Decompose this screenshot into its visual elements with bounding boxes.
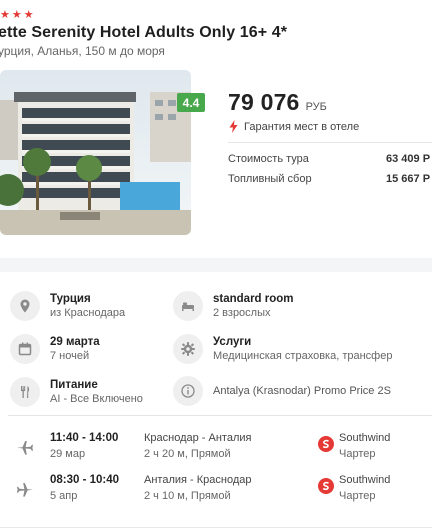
flight-time: 11:40 - 14:00	[50, 432, 119, 444]
plane-return-icon	[17, 483, 33, 497]
services-title: Услуги	[213, 336, 252, 348]
info-meals: Питание AI - Все Включено	[10, 377, 143, 407]
location-pin-icon	[10, 291, 40, 321]
airline-name: Southwind	[339, 474, 391, 486]
guarantee-label: Гарантия мест в отеле	[244, 120, 360, 133]
flight-route: Анталия - Краснодар	[144, 474, 252, 486]
airline-name: Southwind	[339, 432, 391, 444]
fuel-cost-label: Топливный сбор	[228, 173, 312, 185]
divider	[228, 142, 432, 143]
services-sub: Медицинская страховка, трансфер	[213, 350, 393, 362]
info-services: Услуги Медицинская страховка, трансфер	[173, 334, 392, 364]
hotel-name[interactable]: ette Serenity Hotel Adults Only 16+ 4*	[0, 24, 287, 42]
tour-cost-value: 63 409 Р	[386, 153, 431, 165]
dates-title: 29 марта	[50, 336, 100, 348]
bed-icon	[173, 291, 203, 321]
lightning-icon	[229, 120, 238, 133]
plane-outbound-icon	[17, 441, 33, 455]
info-icon	[173, 376, 203, 406]
info-dates: 29 марта 7 ночей	[10, 334, 100, 364]
star-icon: ★	[23, 9, 34, 21]
guarantee-note: Гарантия мест в отеле	[229, 120, 359, 133]
flight-date: 5 апр	[50, 490, 78, 502]
flight-type: Чартер	[339, 490, 376, 502]
flight-date: 29 мар	[50, 448, 86, 460]
flight-duration: 2 ч 10 м, Прямой	[144, 490, 231, 502]
room-sub: 2 взрослых	[213, 307, 271, 319]
dates-sub: 7 ночей	[50, 350, 90, 362]
star-icon: ★	[11, 9, 22, 21]
hotel-photo-image	[0, 70, 191, 235]
fuel-cost-value: 15 667 Р	[386, 173, 431, 185]
airline-logo	[318, 478, 334, 494]
airline-logo	[318, 436, 334, 452]
country-title: Турция	[50, 293, 91, 305]
flight-row-return[interactable]: 08:30 - 10:40 5 апр Анталия - Краснодар …	[0, 474, 432, 514]
divider	[0, 527, 432, 528]
gear-icon	[173, 334, 203, 364]
price-currency: РУБ	[305, 101, 327, 113]
cutlery-icon	[10, 377, 40, 407]
info-room: standard room 2 взрослых	[173, 291, 294, 321]
promo-text: Antalya (Krasnodar) Promo Price 2S	[213, 385, 391, 397]
calendar-icon	[10, 334, 40, 364]
hotel-photo[interactable]	[0, 70, 191, 235]
hotel-stars: ★ ★ ★	[0, 10, 34, 21]
flight-type: Чартер	[339, 448, 376, 460]
hotel-location: урция, Аланья, 150 м до моря	[0, 44, 165, 58]
total-price: 79 076	[228, 89, 300, 115]
section-separator	[0, 258, 432, 272]
flight-time: 08:30 - 10:40	[50, 474, 120, 486]
flight-row-outbound[interactable]: 11:40 - 14:00 29 мар Краснодар - Анталия…	[0, 432, 432, 472]
divider	[8, 415, 432, 416]
star-icon: ★	[0, 9, 10, 21]
meals-title: Питание	[50, 379, 98, 391]
meals-sub: AI - Все Включено	[50, 393, 143, 405]
room-title: standard room	[213, 293, 294, 305]
country-sub: из Краснодара	[50, 307, 126, 319]
info-promo: Antalya (Krasnodar) Promo Price 2S	[173, 376, 391, 406]
rating-badge: 4.4	[177, 93, 205, 112]
info-country: Турция из Краснодара	[10, 291, 125, 321]
price-block: 79 076 РУБ	[228, 89, 327, 116]
tour-cost-label: Стоимость тура	[228, 153, 309, 165]
flight-duration: 2 ч 20 м, Прямой	[144, 448, 231, 460]
flight-route: Краснодар - Анталия	[144, 432, 252, 444]
